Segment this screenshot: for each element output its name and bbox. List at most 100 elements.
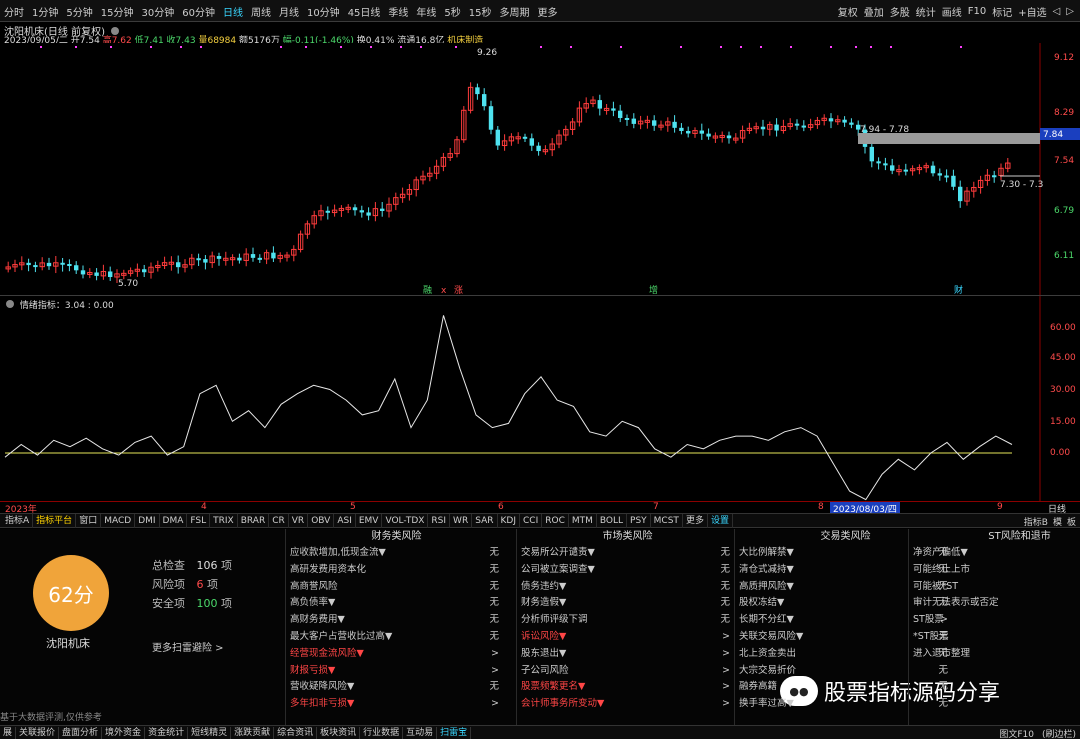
- period-tab[interactable]: 1分钟: [32, 4, 58, 19]
- bottom-tab[interactable]: 涨跌贡献: [231, 726, 275, 739]
- period-tab[interactable]: 5分钟: [66, 4, 92, 19]
- risk-item[interactable]: 股东退出▼ >: [517, 646, 738, 663]
- indicator-tab[interactable]: RSI: [428, 514, 451, 528]
- indicator-tab[interactable]: MACD: [101, 514, 136, 528]
- risk-item[interactable]: 财务造假▼ 无: [517, 595, 738, 612]
- risk-item[interactable]: 会计师事务所变动▼ >: [517, 696, 738, 713]
- period-tab[interactable]: 年线: [416, 4, 436, 19]
- period-tab[interactable]: 月线: [279, 4, 299, 19]
- indicator-label[interactable]: 情绪指标：3.04 : 0.00: [6, 298, 114, 311]
- tabbar-button[interactable]: 指标B: [1024, 515, 1048, 528]
- period-tab[interactable]: 5秒: [444, 4, 460, 19]
- tabbar-button[interactable]: 板: [1067, 515, 1076, 528]
- bottom-tab[interactable]: 关联报价: [16, 726, 60, 739]
- indicator-tab[interactable]: SAR: [472, 514, 498, 528]
- risk-item[interactable]: 多年扣非亏损▼ >: [286, 696, 507, 713]
- indicator-tab[interactable]: BOLL: [597, 514, 628, 528]
- tabbar-button[interactable]: 模: [1053, 515, 1062, 528]
- event-marker[interactable]: 融: [423, 285, 432, 295]
- period-tab[interactable]: 周线: [251, 4, 271, 19]
- indicator-tab[interactable]: MTM: [569, 514, 597, 528]
- chart-tool-button[interactable]: 画线: [942, 4, 962, 19]
- indicator-tab[interactable]: 更多: [683, 514, 708, 528]
- risk-item[interactable]: 子公司风险 >: [517, 663, 738, 680]
- indicator-tab[interactable]: 指标A: [2, 514, 34, 528]
- indicator-tab[interactable]: FSL: [187, 514, 211, 528]
- event-marker[interactable]: 涨: [454, 285, 463, 295]
- chart-tool-button[interactable]: 多股: [890, 4, 910, 19]
- period-tab[interactable]: 15秒: [469, 4, 492, 19]
- chart-tool-button[interactable]: ▷: [1066, 6, 1074, 17]
- risk-item[interactable]: 分析师评级下调 无: [517, 612, 738, 629]
- period-tab[interactable]: 10分钟: [307, 4, 340, 19]
- event-marker[interactable]: x: [441, 286, 447, 295]
- risk-item[interactable]: 可能被*ST无: [909, 579, 1080, 596]
- indicator-tab[interactable]: DMA: [160, 514, 188, 528]
- more-scan-link[interactable]: 更多扫雷避险 >: [152, 639, 224, 654]
- risk-item[interactable]: 高财务费用▼ 无: [286, 612, 507, 629]
- chart-tool-button[interactable]: 标记: [992, 4, 1012, 19]
- indicator-tab[interactable]: ROC: [542, 514, 569, 528]
- bottom-tab[interactable]: 展: [0, 726, 17, 739]
- risk-item[interactable]: 经营现金流风险▼ >: [286, 646, 507, 663]
- indicator-tab[interactable]: BRAR: [238, 514, 270, 528]
- chart-tool-button[interactable]: 复权: [838, 4, 858, 19]
- indicator-tab[interactable]: PSY: [627, 514, 651, 528]
- risk-item[interactable]: ST股票无: [909, 612, 1080, 629]
- period-tab[interactable]: 45日线: [348, 4, 381, 19]
- period-tab[interactable]: 日线: [223, 4, 243, 19]
- period-tab[interactable]: 分时: [4, 4, 24, 19]
- risk-item[interactable]: 高商誉风险 无: [286, 579, 507, 596]
- bottom-right-button[interactable]: 图文F10: [999, 727, 1034, 739]
- event-marker[interactable]: 增: [649, 284, 658, 295]
- event-marker[interactable]: 财: [954, 284, 963, 295]
- chart-tool-button[interactable]: ◁: [1053, 6, 1061, 17]
- bottom-tab[interactable]: 板块资讯: [317, 726, 361, 739]
- indicator-tab[interactable]: VOL-TDX: [382, 514, 429, 528]
- risk-item[interactable]: 诉讼风险▼ >: [517, 629, 738, 646]
- period-tab[interactable]: 15分钟: [101, 4, 134, 19]
- bottom-tab[interactable]: 盘面分析: [59, 726, 103, 739]
- indicator-tab[interactable]: ASI: [334, 514, 356, 528]
- risk-item[interactable]: 进入退市整理无: [909, 646, 1080, 663]
- risk-item[interactable]: 公司被立案调查▼ 无: [517, 562, 738, 579]
- risk-item[interactable]: 股票频繁更名▼ >: [517, 679, 738, 696]
- risk-item[interactable]: 债务违约▼ 无: [517, 579, 738, 596]
- bottom-tab[interactable]: 境外资金: [102, 726, 146, 739]
- risk-score[interactable]: 62分: [33, 555, 109, 631]
- indicator-tab[interactable]: VR: [289, 514, 309, 528]
- risk-item[interactable]: 审计无法表示或否定无: [909, 595, 1080, 612]
- indicator-chart[interactable]: 60.00 45.00 30.00 15.00 0.00: [0, 296, 1080, 501]
- risk-item[interactable]: *ST股票无: [909, 629, 1080, 646]
- period-tab[interactable]: 多周期: [500, 4, 530, 19]
- bottom-tab[interactable]: 扫雷宝: [437, 726, 472, 739]
- bottom-tab[interactable]: 综合资讯: [274, 726, 318, 739]
- bottom-right-button[interactable]: (刷边栏): [1042, 727, 1076, 739]
- chart-tool-button[interactable]: 叠加: [864, 4, 884, 19]
- bottom-tab[interactable]: 资金统计: [145, 726, 189, 739]
- period-tab[interactable]: 30分钟: [141, 4, 174, 19]
- indicator-tab[interactable]: DMI: [135, 514, 160, 528]
- indicator-tab[interactable]: CR: [269, 514, 289, 528]
- indicator-tab[interactable]: WR: [450, 514, 473, 528]
- risk-item[interactable]: 财报亏损▼ >: [286, 663, 507, 680]
- indicator-tab[interactable]: 窗口: [76, 514, 102, 528]
- period-tab[interactable]: 更多: [538, 4, 558, 19]
- indicator-tab[interactable]: MCST: [651, 514, 683, 528]
- chart-tool-button[interactable]: +自选: [1018, 4, 1046, 19]
- bottom-tab[interactable]: 行业数据: [360, 726, 404, 739]
- indicator-tab[interactable]: 设置: [708, 514, 733, 528]
- indicator-tab[interactable]: 指标平台: [33, 514, 77, 528]
- risk-item[interactable]: 高负债率▼ 无: [286, 595, 507, 612]
- risk-item[interactable]: 净资产偏低▼无: [909, 545, 1080, 562]
- risk-item[interactable]: 可能终止上市无: [909, 562, 1080, 579]
- period-tab[interactable]: 季线: [388, 4, 408, 19]
- risk-item[interactable]: 营收疑降风险▼ 无: [286, 679, 507, 696]
- collapse-icon[interactable]: [6, 300, 14, 308]
- risk-item[interactable]: 交易所公开谴责▼ 无: [517, 545, 738, 562]
- indicator-tab[interactable]: OBV: [308, 514, 335, 528]
- period-tab[interactable]: 60分钟: [182, 4, 215, 19]
- indicator-tab[interactable]: EMV: [356, 514, 383, 528]
- chart-tool-button[interactable]: F10: [968, 6, 986, 17]
- chart-tool-button[interactable]: 统计: [916, 4, 936, 19]
